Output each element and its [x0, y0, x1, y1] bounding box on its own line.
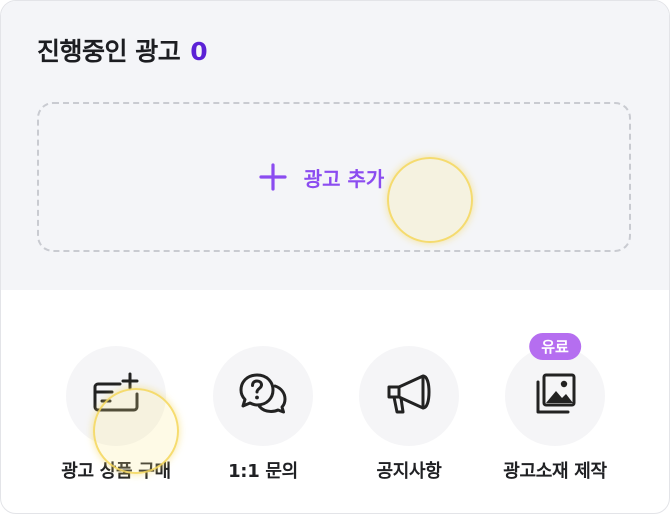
menu-label-purchase: 광고 상품 구매: [61, 461, 171, 482]
creative-icon-circle: [505, 346, 605, 446]
card-plus-icon: [90, 370, 142, 422]
ad-creative-production-button[interactable]: 광고소재 제작 유료: [480, 333, 630, 483]
add-ad-button[interactable]: 광고 추가: [37, 102, 631, 252]
quick-menu: 광고 상품 구매 1:1 문의 공지사항 광고소재 제작 유료: [1, 290, 669, 513]
active-ads-title: 진행중인 광고: [37, 37, 181, 66]
menu-label-notice: 공지사항: [376, 461, 442, 482]
add-ad-content: 광고 추가: [258, 162, 385, 192]
active-ads-section: 진행중인 광고 0 광고 추가: [1, 1, 669, 290]
chat-question-icon: [237, 370, 289, 422]
paid-badge: 유료: [529, 333, 581, 360]
plus-icon: [258, 162, 288, 192]
megaphone-icon: [383, 370, 435, 422]
page-title: 진행중인 광고 0: [37, 32, 208, 68]
one-to-one-inquiry-button[interactable]: 1:1 문의: [188, 346, 338, 483]
active-ads-count: 0: [190, 37, 208, 66]
menu-label-creative: 광고소재 제작: [503, 461, 607, 482]
notice-icon-circle: [359, 346, 459, 446]
ad-panel: 진행중인 광고 0 광고 추가 광고 상품 구매 1:1 문의 공지사항 광고소…: [0, 0, 670, 514]
purchase-ad-product-button[interactable]: 광고 상품 구매: [41, 346, 191, 483]
inquiry-icon-circle: [213, 346, 313, 446]
menu-label-inquiry: 1:1 문의: [228, 461, 298, 482]
notice-button[interactable]: 공지사항: [334, 346, 484, 483]
purchase-icon-circle: [66, 346, 166, 446]
add-ad-label: 광고 추가: [303, 166, 385, 191]
images-icon: [529, 370, 581, 422]
